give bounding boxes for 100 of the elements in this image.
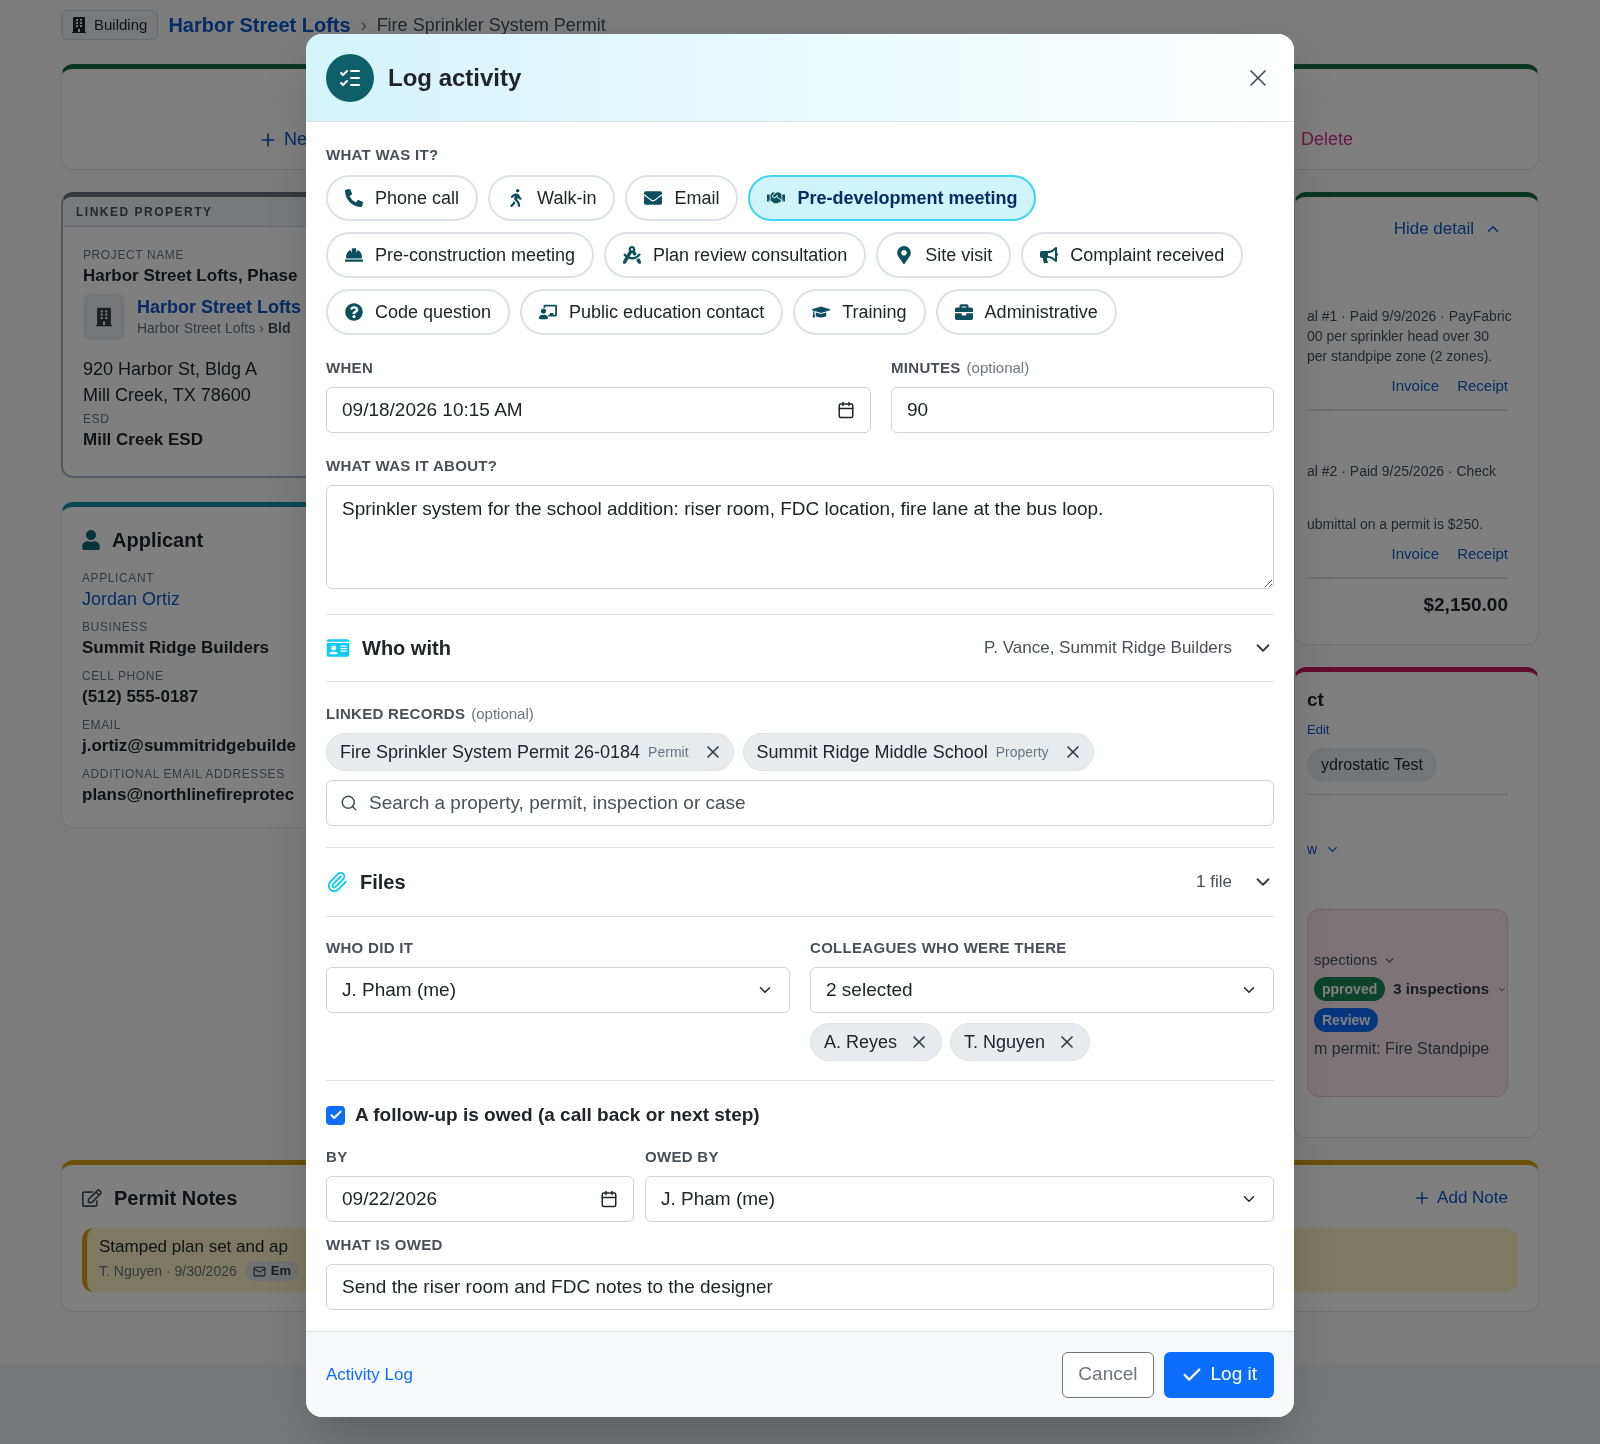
field-value: Summit Ridge Builders (82, 637, 271, 659)
total-amount: $2,150.00 (1422, 593, 1508, 617)
payment-text: al #1 · Paid 9/9/2026 · PayFabric (1307, 307, 1512, 326)
field-label: MINUTES (891, 359, 961, 377)
checkbox[interactable] (326, 1105, 345, 1125)
search-icon (340, 794, 358, 812)
test-chip: ydrostatic Test (1307, 748, 1437, 782)
property-path: Harbor Street Lofts (136, 319, 256, 338)
colleague-name: T. Nguyen (964, 1030, 1046, 1054)
field-label: WHAT WAS IT ABOUT? (326, 457, 499, 475)
select-field[interactable]: J. Pham (me) (645, 1176, 1274, 1222)
activity-type-chip[interactable]: Email (625, 175, 739, 221)
description-field[interactable]: Sprinkler system for the school addition: riser room, FDC location, fire lane at the bus loop. (326, 485, 1274, 589)
activity-type-chip[interactable]: Code question (326, 289, 511, 335)
activity-type-chip[interactable]: Pre-construction meeting (326, 232, 595, 278)
field-label: OWED BY (645, 1148, 720, 1166)
card-title: Applicant (112, 528, 204, 553)
map-pin-icon (895, 246, 914, 264)
edit-icon (82, 1188, 102, 1208)
optional-hint: (optional) (471, 705, 534, 723)
activity-log-link[interactable]: Activity Log (326, 1361, 413, 1388)
megaphone-icon (1040, 246, 1059, 264)
address-line: Mill Creek, TX 78600 (83, 384, 252, 407)
field-label: CELL PHONE (82, 668, 164, 685)
permit-text: m permit: Fire Standpipe (1314, 1039, 1491, 1059)
owed-task-field[interactable]: Send the riser room and FDC notes to the designer (326, 1264, 1274, 1310)
activity-type-chip[interactable]: Administrative (935, 289, 1117, 335)
field-label: BY (326, 1148, 349, 1166)
field-label: COLLEAGUES WHO WERE THERE (810, 939, 1068, 957)
field-label: EMAIL (82, 717, 121, 734)
field-value: j.ortiz@summitridgebuilde (82, 735, 297, 757)
payment-text: 00 per sprinkler head over 30 (1307, 327, 1490, 346)
activity-type-chip[interactable]: Walk-in (488, 175, 616, 221)
breadcrumb-separator: › (360, 13, 367, 37)
field-label: BUSINESS (82, 619, 148, 636)
activity-type-chip[interactable]: Complaint received (1021, 232, 1244, 278)
who-with-toggle[interactable]: Who with P. Vance, Summit Ridge Builders (326, 615, 1274, 681)
field-label: APPLICANT (82, 570, 155, 587)
select-field[interactable]: 2 selected (810, 967, 1274, 1013)
calendar-icon (837, 401, 855, 419)
note-meta: T. Nguyen · 9/30/2026 (99, 1262, 237, 1281)
record-name: Summit Ridge Middle School (756, 740, 988, 764)
field-value: Harbor Street Lofts, Phase (83, 265, 299, 287)
review-badge: Review (1314, 1008, 1379, 1032)
field-value: (512) 555-0187 (82, 686, 200, 708)
activity-type-chip[interactable]: Pre-development meeting (748, 175, 1037, 221)
activity-type-chip[interactable]: Training (793, 289, 926, 335)
colleague-name: A. Reyes (824, 1030, 898, 1054)
minutes-field[interactable]: 90 (891, 387, 1274, 433)
record-type: Permit (648, 742, 689, 762)
paperclip-icon (326, 871, 348, 893)
building-icon (72, 17, 86, 33)
compass-icon (623, 246, 642, 264)
cancel-button[interactable]: Cancel (1062, 1351, 1154, 1398)
path-separator: › (259, 319, 264, 338)
address-line: 920 Harbor St, Bldg A (83, 358, 259, 381)
field-label: LINKED RECORDS (326, 705, 466, 723)
field-value: Mill Creek ESD (83, 429, 204, 451)
field-label: WHEN (326, 359, 375, 377)
property-path-end: Bld (267, 319, 291, 338)
phone-icon (345, 189, 363, 207)
question-icon (345, 303, 363, 321)
field-label: WHAT IS OWED (326, 1236, 444, 1254)
field-label: PROJECT NAME (83, 247, 184, 264)
date-time-field[interactable]: 09/18/2026 10:15 AM (326, 387, 871, 433)
field-label: ADDITIONAL EMAIL ADDRESSES (82, 766, 285, 783)
person-icon (82, 530, 100, 550)
select-field[interactable]: J. Pham (me) (326, 967, 790, 1013)
record-type: Property (995, 742, 1049, 762)
inspections-heading: spections (1314, 949, 1378, 970)
field-label: WHO DID IT (326, 939, 415, 957)
check-icon (328, 1108, 343, 1122)
field-label: ESD (83, 411, 110, 428)
payment-text: per standpipe zone (2 zones). (1307, 347, 1493, 366)
date-field[interactable]: 09/22/2026 (326, 1176, 634, 1222)
search-field[interactable]: Search a property, permit, inspection or case (326, 780, 1274, 826)
field-value: plans@northlinefireprotec (82, 784, 296, 806)
hard-hat-icon (345, 246, 363, 264)
inspection-count: 3 inspections (1393, 978, 1490, 999)
card-heading: LINKED PROPERTY (76, 203, 213, 221)
field-label: WHAT WAS IT? (326, 146, 440, 164)
card-title: ct (1307, 688, 1325, 712)
note-text: Stamped plan set and ap (99, 1236, 289, 1258)
breadcrumb-current: Fire Sprinkler System Permit (376, 13, 606, 37)
optional-hint: (optional) (966, 359, 1030, 377)
briefcase-icon (954, 303, 973, 321)
card-title: Permit Notes (114, 1186, 238, 1211)
log-it-button[interactable]: Log it (1163, 1351, 1274, 1398)
activity-type-chip[interactable]: Plan review consultation (604, 232, 867, 278)
presentation-icon (539, 303, 558, 321)
payment-text: al #2 · Paid 9/25/2026 · Check (1307, 462, 1497, 481)
activity-type-chip[interactable]: Site visit (876, 232, 1012, 278)
files-toggle[interactable]: Files 1 file (326, 848, 1274, 916)
approved-badge: pproved (1314, 977, 1386, 1001)
activity-type-chip[interactable]: Phone call (326, 175, 479, 221)
building-icon (96, 306, 112, 328)
activity-type-chip[interactable]: Public education contact (520, 289, 784, 335)
mail-icon (252, 1264, 266, 1278)
checklist-badge-icon (326, 53, 374, 102)
envelope-icon (644, 189, 663, 207)
